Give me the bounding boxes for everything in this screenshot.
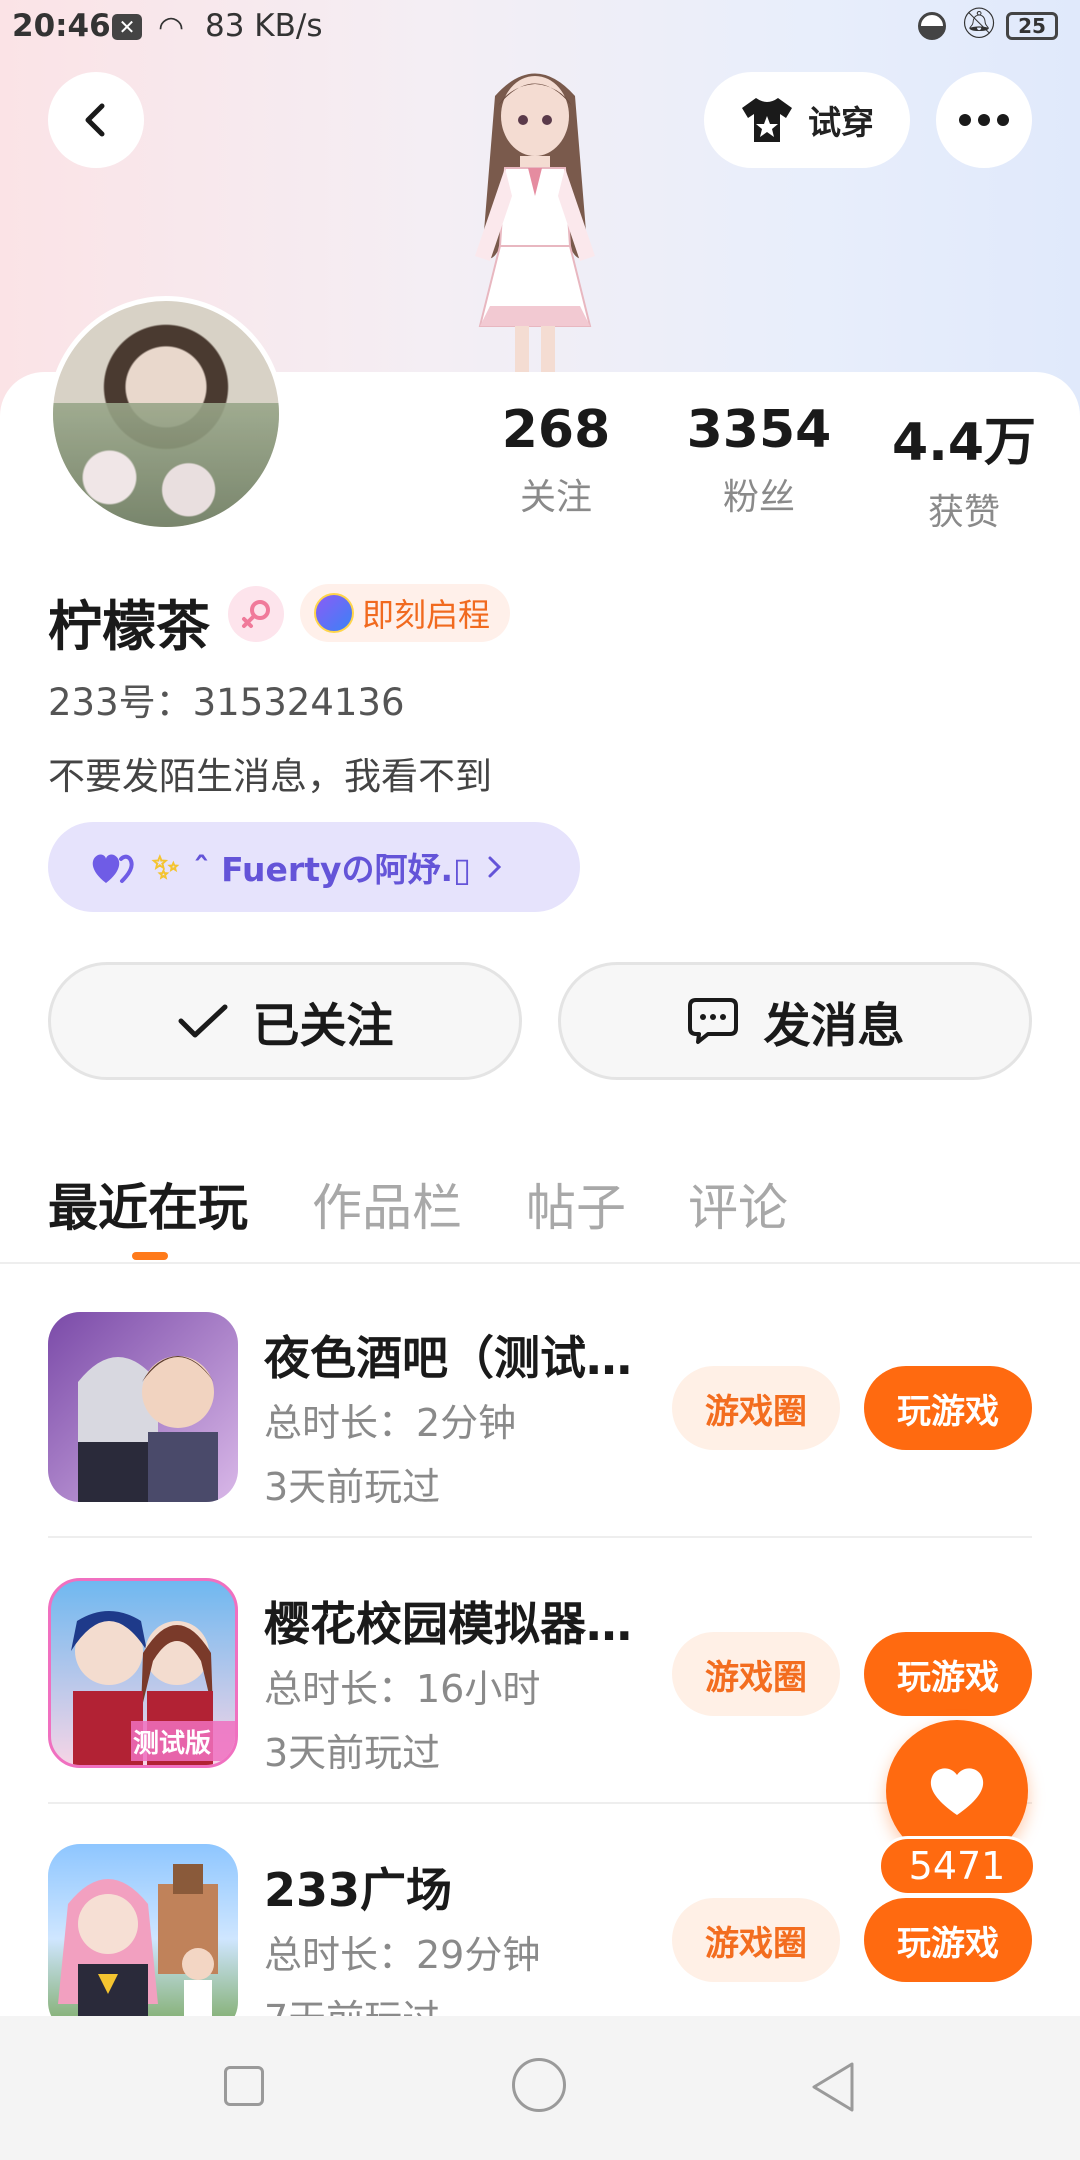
following-button[interactable]: 已关注	[48, 962, 522, 1080]
recent-apps-button[interactable]	[224, 2066, 264, 2106]
tab-recently-played[interactable]: 最近在玩	[48, 1168, 248, 1240]
game-last-played: 3天前玩过	[264, 1731, 441, 1775]
sparkle-icon: ✨︎	[152, 847, 180, 886]
game-last-played: 3天前玩过	[264, 1465, 441, 1509]
fan-pill-text: ˆ Fuertyの阿妤.▯	[193, 850, 472, 889]
more-dots-icon	[959, 114, 1009, 126]
avatar-3d-figure[interactable]	[420, 56, 650, 372]
badge-logo-icon	[314, 593, 354, 633]
heart-icon	[930, 1768, 984, 1815]
game-icon-badge: 测试版	[133, 1729, 212, 1759]
wifi-icon: ◠	[158, 10, 185, 45]
game-icon[interactable]	[48, 1844, 238, 2034]
stat-following-label: 关注	[519, 477, 592, 518]
game-title: 夜色酒吧（测试…	[264, 1331, 632, 1385]
stat-likes-label: 获赞	[927, 492, 1000, 533]
network-speed: 83 KB/s	[205, 8, 323, 44]
stat-followers[interactable]: 3354 粉丝	[669, 400, 849, 520]
chevron-left-icon	[85, 103, 105, 137]
notification-x-icon: ✕	[112, 14, 142, 40]
tshirt-icon	[742, 98, 792, 142]
game-duration: 总时长：2分钟	[264, 1401, 517, 1445]
game-icon[interactable]: 测试版	[48, 1578, 238, 1768]
profile-name: 柠檬茶	[48, 595, 210, 658]
game-title: 樱花校园模拟器…	[264, 1597, 632, 1651]
avatar-flowers-decoration	[53, 402, 279, 527]
event-badge[interactable]: 即刻启程	[300, 584, 511, 642]
game-duration: 总时长：16小时	[264, 1667, 541, 1711]
stat-followers-label: 粉丝	[722, 477, 795, 518]
avatar[interactable]	[48, 296, 284, 532]
game-duration: 总时长：29分钟	[264, 1933, 541, 1977]
chevron-right-icon	[488, 856, 502, 878]
double-heart-icon	[92, 854, 134, 883]
active-tab-indicator	[132, 1252, 168, 1260]
status-bar: 20:46 ✕ ◠ 83 KB/s 🔕︎ 25	[0, 0, 1080, 54]
bio-text: 不要发陌生消息，我看不到	[48, 755, 492, 798]
badge-label: 即刻启程	[362, 596, 491, 634]
game-title: 233广场	[264, 1863, 453, 1917]
chat-bubble-icon	[687, 998, 738, 1044]
game-circle-button[interactable]: 游戏圈	[672, 1366, 840, 1450]
try-on-label: 试穿	[808, 103, 874, 142]
check-icon	[178, 1004, 227, 1038]
game-row[interactable]: 夜色酒吧（测试… 总时长：2分钟 3天前玩过 游戏圈 玩游戏	[0, 1272, 1080, 1538]
stat-following[interactable]: 268 关注	[466, 400, 646, 520]
more-options-button[interactable]	[936, 72, 1032, 168]
tab-comments[interactable]: 评论	[688, 1168, 788, 1240]
battery-icon: 25	[1006, 12, 1058, 40]
game-circle-button[interactable]: 游戏圈	[672, 1898, 840, 1982]
back-triangle-icon[interactable]	[808, 2060, 858, 2114]
stat-likes-value: 4.4万	[891, 413, 1037, 473]
stat-following-value: 268	[501, 400, 611, 460]
play-game-button[interactable]: 玩游戏	[864, 1366, 1032, 1450]
like-count-badge: 5471	[878, 1836, 1036, 1896]
tab-works[interactable]: 作品栏	[312, 1168, 462, 1240]
tab-posts[interactable]: 帖子	[526, 1168, 626, 1240]
female-gender-icon	[228, 586, 284, 642]
back-button[interactable]	[48, 72, 144, 168]
following-label: 已关注	[252, 998, 394, 1054]
fan-group-pill[interactable]: ✨︎ ˆ Fuertyの阿妤.▯	[48, 822, 580, 912]
do-not-disturb-icon	[918, 12, 946, 40]
system-nav-bar	[0, 2016, 1080, 2160]
game-icon[interactable]	[48, 1312, 238, 1502]
bell-muted-icon: 🔕︎	[960, 6, 999, 41]
status-time: 20:46	[12, 8, 111, 44]
home-button[interactable]	[512, 2058, 566, 2112]
profile-tabs: 最近在玩 作品栏 帖子 评论	[0, 1150, 1080, 1264]
send-message-button[interactable]: 发消息	[558, 962, 1032, 1080]
send-message-label: 发消息	[763, 998, 905, 1054]
try-on-button[interactable]: 试穿	[704, 72, 910, 168]
play-game-button[interactable]: 玩游戏	[864, 1632, 1032, 1716]
user-id: 233号：315324136	[48, 681, 405, 724]
stat-likes[interactable]: 4.4万 获赞	[874, 400, 1054, 535]
game-circle-button[interactable]: 游戏圈	[672, 1632, 840, 1716]
stat-followers-value: 3354	[686, 400, 832, 460]
play-game-button[interactable]: 玩游戏	[864, 1898, 1032, 1982]
